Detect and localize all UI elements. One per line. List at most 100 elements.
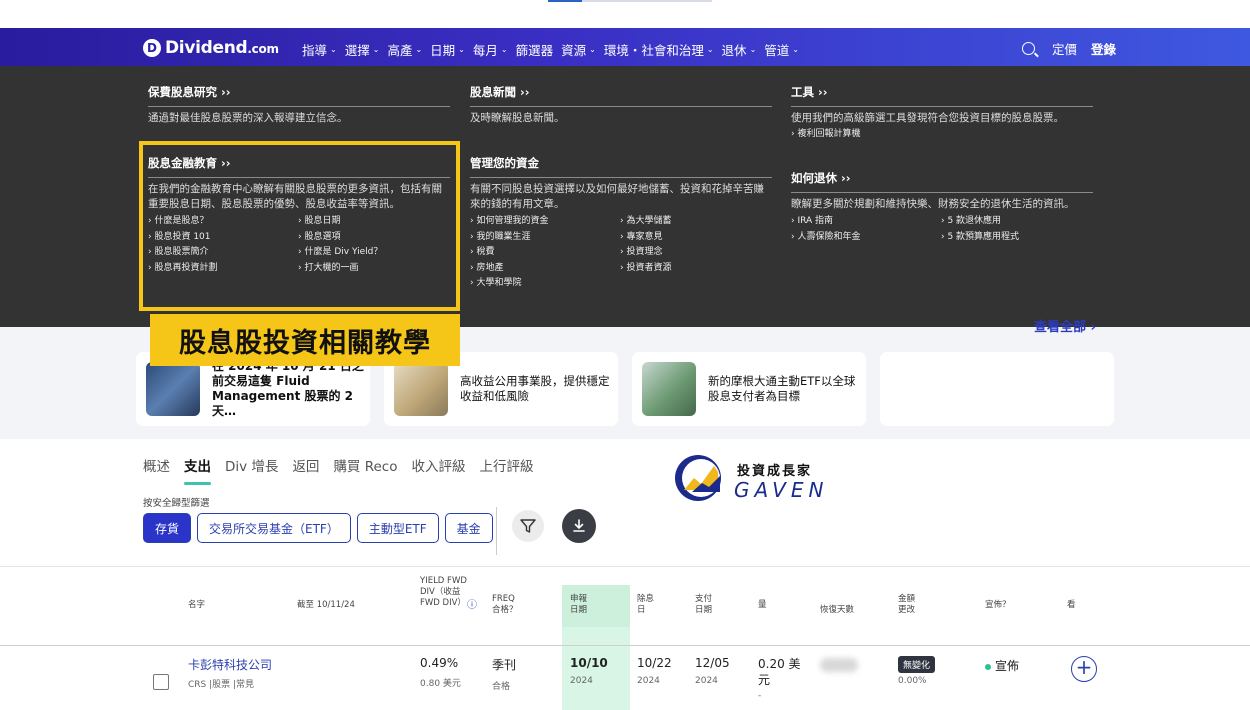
chevron-down-icon: ⌄ (500, 45, 508, 54)
research-desc: 通過對最佳股息股票的深入報導建立信念。 (148, 112, 348, 124)
nav-item-screener[interactable]: 篩選器 (516, 40, 554, 59)
th-declared[interactable]: 申報 日期 (570, 594, 598, 616)
chip-active-etf[interactable]: 主動型ETF (356, 513, 439, 543)
login-link[interactable]: 登錄 (1091, 39, 1116, 58)
news-title[interactable]: 股息新聞 ›› (470, 84, 772, 107)
nav-item-guide[interactable]: 指導 ⌄ (302, 40, 337, 59)
main-navbar: D Dividend.com 指導 ⌄ 選擇 ⌄ 高產 ⌄ 日期 ⌄ 每月 ⌄ 篩選器 資… (0, 28, 1250, 66)
cell-announced: 宣佈 (985, 657, 1019, 674)
th-as-of: 截至 10/11/24 (297, 600, 355, 610)
site-logo[interactable]: D Dividend.com (143, 38, 279, 58)
menu-col-tools: 工具 ›› 使用我們的高級篩選工具發現符合您投資目標的股息股票。 複利回報計算機 (791, 84, 1093, 142)
progress-bar (548, 0, 712, 2)
view-all-link[interactable]: 查看全部 › (1034, 316, 1096, 335)
nav-item-choose[interactable]: 選擇 ⌄ (345, 40, 380, 59)
add-to-watchlist-button[interactable]: + (1071, 656, 1097, 682)
table-header-border (0, 645, 1250, 646)
chevron-down-icon: ⌄ (792, 45, 799, 54)
th-ex-date[interactable]: 除息 日 (637, 594, 663, 616)
tab-overview[interactable]: 概述 (143, 455, 170, 475)
cell-pay-date: 12/05 2024 (695, 656, 730, 686)
filter-label: 按安全歸型篩選 (143, 498, 210, 509)
link-insurance[interactable]: 人壽保險和年金 (791, 230, 941, 246)
search-icon[interactable] (1021, 42, 1035, 55)
nav-item-pipeline[interactable]: 管道 ⌄ (764, 40, 799, 59)
th-pay-date[interactable]: 支付 日期 (695, 594, 721, 616)
article-thumbnail (394, 362, 448, 416)
article-thumbnail (642, 362, 696, 416)
research-title[interactable]: 保費股息研究 ›› (148, 84, 450, 107)
article-title: 新的摩根大通主動ETF以全球股息支付者為目標 (708, 374, 856, 403)
link-tax[interactable]: 稅費 (470, 245, 620, 261)
stock-meta: CRS |股票 |常見 (188, 680, 255, 690)
tab-payout[interactable]: 支出 (184, 455, 211, 485)
link-manage-money[interactable]: 如何管理我的資金 (470, 214, 620, 230)
filter-button[interactable] (512, 510, 544, 542)
pricing-link[interactable]: 定價 (1052, 39, 1077, 58)
row-checkbox[interactable] (153, 674, 169, 690)
article-card-empty (880, 352, 1114, 426)
menu-col-money: 管理您的資金 有關不同股息投資選擇以及如何最好地儲蓄、投資和花掉辛苦賺來的錢的有… (470, 155, 772, 292)
link-real-estate[interactable]: 房地產 (470, 261, 620, 277)
tab-upside-rating[interactable]: 上行評級 (480, 455, 534, 475)
menu-col-news: 股息新聞 ›› 及時瞭解股息新聞。 (470, 84, 772, 126)
chip-etf[interactable]: 交易所交易基金（ETF） (197, 513, 351, 543)
nav-item-esg[interactable]: 環境・社會和治理 ⌄ (604, 40, 714, 59)
chip-funds[interactable]: 基金 (444, 513, 493, 543)
nav-item-monthly[interactable]: 每月 ⌄ (473, 40, 508, 59)
th-amount[interactable]: 量 (758, 600, 767, 611)
chevron-down-icon: ⌄ (458, 45, 465, 54)
nav-item-resources[interactable]: 資源 ⌄ (561, 40, 596, 59)
link-invest-ideas[interactable]: 投資理念 (620, 245, 770, 261)
article-title: 高收益公用事業股，提供穩定收益和低風險 (460, 374, 610, 403)
link-save-college[interactable]: 為大學儲蓄 (620, 214, 770, 230)
th-view: 看 (1067, 600, 1076, 610)
link-compound-calculator[interactable]: 複利回報計算機 (791, 129, 860, 139)
help-icon[interactable]: ⓘ (467, 600, 477, 611)
menu-col-retire: 如何退休 ›› 瞭解更多關於規劃和維持快樂、財務安全的退休生活的資訊。 IRA … (791, 170, 1093, 245)
th-announced[interactable]: 宣佈？ (985, 600, 1011, 611)
news-desc: 及時瞭解股息新聞。 (470, 112, 565, 124)
nav-item-retire[interactable]: 退休 ⌄ (722, 40, 757, 59)
tab-return[interactable]: 返回 (292, 455, 319, 475)
chevron-down-icon: ⌄ (706, 45, 714, 54)
th-freq[interactable]: FREQ 合格？ (492, 594, 526, 616)
article-card[interactable]: 新的摩根大通主動ETF以全球股息支付者為目標 (632, 352, 866, 426)
tab-income-rating[interactable]: 收入評級 (412, 455, 466, 475)
asset-type-chips: 存貨 交易所交易基金（ETF） 主動型ETF 基金 (143, 513, 499, 543)
retire-title[interactable]: 如何退休 ›› (791, 170, 1093, 193)
link-expert[interactable]: 專家意見 (620, 230, 770, 246)
divider (496, 507, 497, 555)
logo-d-icon: D (143, 39, 161, 57)
status-dot-icon (985, 663, 991, 670)
tools-title[interactable]: 工具 ›› (791, 84, 1093, 107)
link-ira[interactable]: IRA 指南 (791, 214, 941, 230)
gaven-logo-icon (675, 455, 721, 501)
stock-name-link[interactable]: 卡彭特科技公司 CRS |股票 |常見 (188, 656, 272, 690)
tab-div-growth[interactable]: Div 增長 (225, 455, 278, 475)
th-name[interactable]: 名字 (188, 600, 205, 611)
link-retire-apps[interactable]: 5 款退休應用 (941, 214, 1091, 230)
link-investor-resources[interactable]: 投資者資源 (620, 261, 770, 277)
link-career[interactable]: 我的職業生涯 (470, 230, 620, 246)
tools-desc: 使用我們的高級篩選工具發現符合您投資目標的股息股票。 (791, 112, 1064, 124)
link-budget-apps[interactable]: 5 款預算應用程式 (941, 230, 1091, 246)
th-change[interactable]: 金額 更改 (898, 594, 924, 616)
link-university[interactable]: 大學和學院 (470, 276, 620, 292)
th-yield[interactable]: YIELD FWD DIV（收益 FWD DIV） (420, 576, 468, 609)
retire-desc: 瞭解更多關於規劃和維持快樂、財務安全的退休生活的資訊。 (791, 198, 1075, 210)
money-title[interactable]: 管理您的資金 (470, 155, 772, 178)
nav-item-high-yield[interactable]: 高產 ⌄ (387, 40, 422, 59)
cell-ex-date: 10/22 2024 (637, 656, 672, 686)
chevron-down-icon: ⌄ (749, 45, 757, 54)
download-button[interactable] (562, 509, 596, 543)
nav-item-dates[interactable]: 日期 ⌄ (430, 40, 465, 59)
chevron-down-icon: ⌄ (589, 45, 596, 54)
watermark-sub: GAVEN (734, 478, 829, 502)
cell-recovery-blurred (820, 658, 858, 672)
chip-stocks[interactable]: 存貨 (143, 513, 192, 543)
highlight-box (139, 141, 460, 311)
chevron-down-icon: ⌄ (330, 45, 337, 54)
tab-buy-reco[interactable]: 購買 Reco (333, 455, 397, 475)
th-recovery[interactable]: 恢復天數 (820, 605, 854, 616)
